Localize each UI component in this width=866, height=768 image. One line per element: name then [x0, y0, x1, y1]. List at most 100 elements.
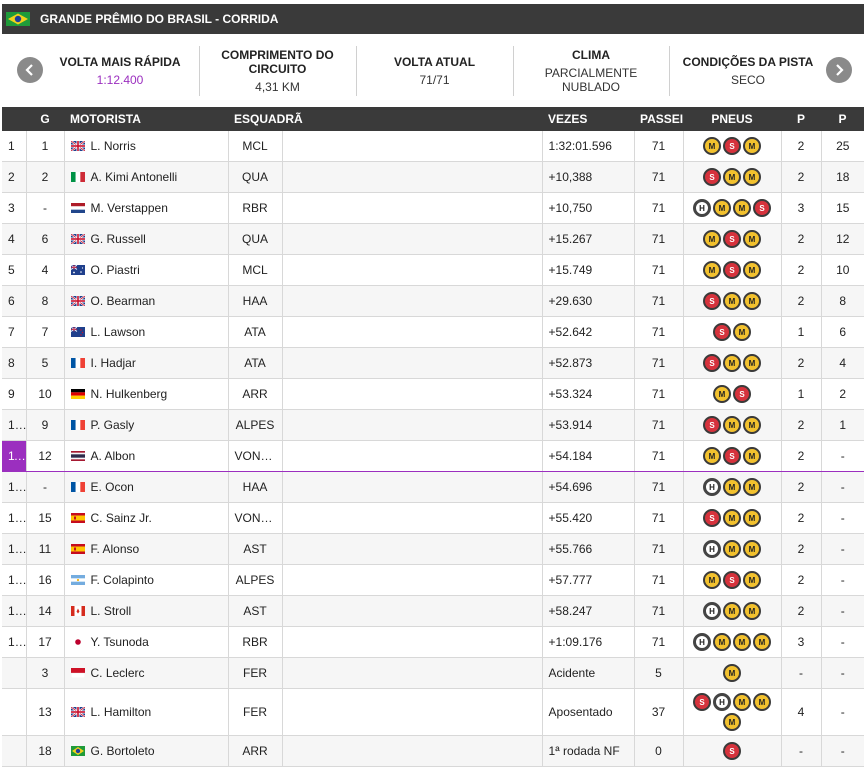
spacer-cell — [282, 657, 543, 689]
col-laps[interactable]: PASSEIOS — [634, 107, 684, 131]
driver-name[interactable]: G. Russell — [91, 232, 146, 246]
table-row[interactable]: 3- M. Verstappen RBR +10,750 71 H M M S 3 15 — [2, 192, 865, 224]
medium-tyre-icon: M — [743, 602, 762, 620]
col-team[interactable]: ESQUADRÃ — [228, 107, 543, 131]
stops-cell: - — [781, 657, 822, 689]
points-cell: 4 — [821, 347, 865, 379]
table-row[interactable]: 18 G. Bortoleto ARR 1ª rodada NF 0 S - - — [2, 735, 865, 767]
tyres-cell: MSM — [683, 564, 782, 596]
tyres-cell: MSM — [683, 223, 782, 255]
driver-name[interactable]: N. Hulkenberg — [91, 387, 168, 401]
stops-cell: 2 — [781, 409, 822, 441]
points-cell: - — [821, 657, 865, 689]
soft-tyre-icon: S — [723, 571, 742, 589]
driver-name[interactable]: A. Kimi Antonelli — [91, 170, 178, 184]
team-cell: AST — [228, 595, 283, 627]
next-button[interactable] — [826, 57, 852, 83]
driver-name[interactable]: M. Verstappen — [91, 201, 168, 215]
table-row[interactable]: 3 C. Leclerc FER Acidente 5 M - - — [2, 657, 865, 689]
medium-tyre-icon: M — [723, 292, 742, 310]
laps-cell: 71 — [634, 626, 684, 658]
brazil-flag-icon — [6, 12, 30, 26]
team-cell: AST — [228, 533, 283, 565]
driver-name[interactable]: C. Sainz Jr. — [91, 511, 152, 525]
info-value: 71/71 — [419, 73, 450, 87]
table-row[interactable]: 15 16 F. Colapinto ALPES +57.777 71 M S M 2- — [2, 564, 865, 596]
table-row[interactable]: 4 6 G. Russell QUA +15.267 71 M S M 2 12 — [2, 223, 865, 255]
driver-name[interactable]: F. Colapinto — [91, 573, 154, 587]
table-row[interactable]: 5 4 O. Piastri MCL +15.749 71 M S M 2 10 — [2, 254, 865, 286]
table-row[interactable]: 1 1 L. Norris MCL 1:32:01.596 71 M S M 2 25 — [2, 131, 865, 162]
soft-tyre-icon: S — [703, 292, 722, 310]
soft-tyre-icon: S — [723, 261, 742, 279]
time-cell: +15.267 — [542, 223, 635, 255]
position-cell: 17 — [2, 626, 27, 658]
medium-tyre-icon: M — [723, 478, 742, 496]
spacer-cell — [282, 192, 543, 224]
table-row[interactable]: 16 14 L. Stroll AST +58.247 71 H M M 2- — [2, 595, 865, 627]
table-row[interactable]: 6 8 O. Bearman HAA +29.630 71 S M M 2 8 — [2, 285, 865, 317]
medium-tyre-icon: M — [733, 633, 752, 651]
medium-tyre-icon: M — [743, 416, 762, 434]
position-cell: 4 — [2, 223, 27, 255]
driver-name[interactable]: P. Gasly — [91, 418, 135, 432]
points-cell: 1 — [821, 409, 865, 441]
grid-cell: 13 — [26, 688, 65, 736]
driver-name[interactable]: C. Leclerc — [91, 666, 145, 680]
col-grid[interactable]: G — [26, 107, 64, 131]
table-row[interactable]: 2 2 A. Kimi Antonelli QUA +10,388 71 S M M 2 18 — [2, 161, 865, 193]
medium-tyre-icon: M — [713, 199, 732, 217]
driver-name[interactable]: G. Bortoleto — [91, 744, 155, 758]
table-row[interactable]: 7 7 L. Lawson ATA +52.642 71 S M 1 6 — [2, 316, 865, 348]
grid-cell: 2 — [26, 161, 65, 193]
driver-name[interactable]: I. Hadjar — [91, 356, 136, 370]
soft-tyre-icon: S — [753, 199, 772, 217]
col-points[interactable]: P — [821, 107, 865, 131]
team-cell: FER — [228, 657, 283, 689]
driver-name[interactable]: L. Norris — [91, 139, 136, 153]
medium-tyre-icon: M — [743, 478, 762, 496]
points-cell: 25 — [821, 131, 865, 162]
col-driver[interactable]: MOTORISTA — [64, 107, 228, 131]
driver-name[interactable]: O. Piastri — [91, 263, 140, 277]
driver-name[interactable]: Y. Tsunoda — [91, 635, 149, 649]
col-stops[interactable]: P — [781, 107, 822, 131]
table-row[interactable]: 11 12 A. Albon VONT... +54.184 71 M S M 2- — [2, 440, 865, 472]
grid-cell: 8 — [26, 285, 65, 317]
driver-name[interactable]: L. Stroll — [91, 604, 132, 618]
driver-name[interactable]: O. Bearman — [91, 294, 156, 308]
laps-cell: 71 — [634, 595, 684, 627]
stops-cell: 2 — [781, 564, 822, 596]
medium-tyre-icon: M — [723, 540, 742, 558]
stops-cell: 1 — [781, 378, 822, 410]
previous-button[interactable] — [17, 57, 43, 83]
info-label: CONDIÇÕES DA PISTA — [682, 55, 814, 69]
position-cell: 11 — [2, 440, 27, 472]
time-cell: +52.873 — [542, 347, 635, 379]
table-row[interactable]: 14 11 F. Alonso AST +55.766 71 H M M 2- — [2, 533, 865, 565]
position-cell: 8 — [2, 347, 27, 379]
hard-tyre-icon: H — [703, 540, 722, 558]
team-cell: RBR — [228, 626, 283, 658]
points-cell: - — [821, 471, 865, 503]
grid-cell: 4 — [26, 254, 65, 286]
soft-tyre-icon: S — [723, 447, 742, 465]
driver-name[interactable]: F. Alonso — [91, 542, 140, 556]
table-row[interactable]: 8 5 I. Hadjar ATA +52.873 71 S M M 2 4 — [2, 347, 865, 379]
tyres-cell: SHMMM — [683, 688, 782, 736]
table-row[interactable]: 10 9 P. Gasly ALPES +53.914 71 S M M 2 1 — [2, 409, 865, 441]
driver-name[interactable]: A. Albon — [91, 449, 136, 463]
col-time[interactable]: VEZES — [542, 107, 635, 131]
driver-name[interactable]: L. Lawson — [91, 325, 146, 339]
medium-tyre-icon: M — [743, 230, 762, 248]
table-row[interactable]: 9 10 N. Hulkenberg ARR +53.324 71 M S 1 2 — [2, 378, 865, 410]
table-row[interactable]: 13 L. Hamilton FER Aposentado 37 S H M M M 4- — [2, 688, 865, 736]
driver-name[interactable]: L. Hamilton — [91, 705, 152, 719]
laps-cell: 71 — [634, 131, 684, 162]
team-cell: ALPES — [228, 564, 283, 596]
table-row[interactable]: 17 17 Y. Tsunoda RBR +1:09.176 71 H M M M 3- — [2, 626, 865, 658]
driver-name[interactable]: E. Ocon — [91, 480, 134, 494]
hard-tyre-icon: H — [693, 199, 712, 217]
table-row[interactable]: 13 15 C. Sainz Jr. VONT... +55.420 71 S M M 2- — [2, 502, 865, 534]
table-row[interactable]: 12- E. Ocon HAA +54.696 71 H M M 2- — [2, 471, 865, 503]
